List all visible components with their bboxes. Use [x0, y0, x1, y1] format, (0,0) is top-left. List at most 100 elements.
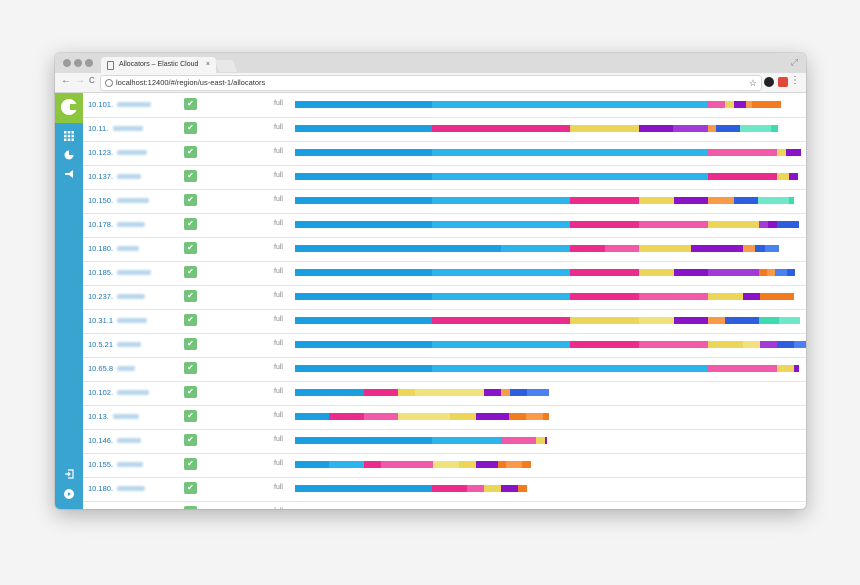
- instance-segment[interactable]: [743, 293, 760, 300]
- instance-segment[interactable]: [433, 461, 459, 468]
- elastic-cloud-logo[interactable]: [55, 93, 83, 123]
- instance-segment[interactable]: [734, 197, 758, 204]
- instance-segment[interactable]: [759, 221, 768, 228]
- capacity-bar[interactable]: [295, 101, 781, 108]
- instance-segment[interactable]: [484, 485, 501, 492]
- instance-segment[interactable]: [639, 245, 691, 252]
- instance-segment[interactable]: [527, 389, 549, 396]
- allocator-ip-link[interactable]: 10.101.: [88, 100, 113, 109]
- instance-segment[interactable]: [570, 365, 708, 372]
- megaphone-icon[interactable]: [64, 169, 74, 179]
- instance-segment[interactable]: [295, 341, 432, 348]
- instance-segment[interactable]: [639, 197, 674, 204]
- instance-segment[interactable]: [295, 437, 432, 444]
- instance-segment[interactable]: [768, 101, 776, 108]
- allocator-ip-link[interactable]: 10.150.: [88, 196, 113, 205]
- instance-segment[interactable]: [295, 221, 432, 228]
- allocator-ip-link[interactable]: 10.5.21: [88, 340, 113, 349]
- capacity-bar[interactable]: [295, 269, 795, 276]
- instance-segment[interactable]: [796, 149, 801, 156]
- minimize-window-light[interactable]: [74, 59, 82, 67]
- capacity-bar[interactable]: [295, 341, 806, 348]
- instance-segment[interactable]: [755, 245, 765, 252]
- instance-segment[interactable]: [295, 197, 432, 204]
- instance-segment[interactable]: [364, 461, 381, 468]
- allocator-ip-link[interactable]: 10.180.: [88, 244, 113, 253]
- restore-icon[interactable]: ⤢: [791, 57, 798, 68]
- browser-menu-icon[interactable]: ⋮: [790, 75, 800, 86]
- instance-segment[interactable]: [295, 365, 432, 372]
- instance-segment[interactable]: [522, 461, 531, 468]
- instance-segment[interactable]: [295, 485, 432, 492]
- instance-segment[interactable]: [708, 317, 725, 324]
- extension-red-icon[interactable]: [778, 77, 788, 87]
- capacity-bar[interactable]: [295, 149, 801, 156]
- instance-segment[interactable]: [794, 341, 806, 348]
- instance-segment[interactable]: [708, 293, 743, 300]
- instance-segment[interactable]: [295, 389, 364, 396]
- instance-segment[interactable]: [432, 173, 570, 180]
- instance-segment[interactable]: [570, 221, 639, 228]
- allocator-ip-link[interactable]: 10.11.: [88, 124, 108, 133]
- instance-segment[interactable]: [329, 413, 364, 420]
- instance-segment[interactable]: [509, 413, 526, 420]
- instance-segment[interactable]: [789, 173, 798, 180]
- instance-segment[interactable]: [501, 485, 518, 492]
- instance-segment[interactable]: [295, 149, 432, 156]
- instance-segment[interactable]: [432, 293, 570, 300]
- allocator-ip-link[interactable]: 10.102.: [88, 388, 113, 397]
- instance-segment[interactable]: [476, 413, 509, 420]
- instance-segment[interactable]: [786, 149, 796, 156]
- instance-segment[interactable]: [570, 317, 639, 324]
- instance-segment[interactable]: [758, 197, 789, 204]
- instance-segment[interactable]: [639, 317, 674, 324]
- capacity-bar[interactable]: [295, 221, 799, 228]
- instance-segment[interactable]: [725, 317, 759, 324]
- capacity-bar[interactable]: [295, 485, 527, 492]
- instance-segment[interactable]: [760, 341, 777, 348]
- instance-segment[interactable]: [432, 341, 570, 348]
- allocator-ip-link[interactable]: 10.237.: [88, 292, 113, 301]
- allocator-ip-link[interactable]: 10.13.: [88, 412, 109, 421]
- instance-segment[interactable]: [506, 461, 522, 468]
- instance-segment[interactable]: [295, 269, 432, 276]
- allocator-ip-link[interactable]: 10.185.: [88, 268, 113, 277]
- capacity-bar[interactable]: [295, 413, 549, 420]
- instance-segment[interactable]: [674, 317, 708, 324]
- instance-segment[interactable]: [467, 485, 484, 492]
- instance-segment[interactable]: [501, 389, 510, 396]
- instance-segment[interactable]: [760, 101, 768, 108]
- instance-segment[interactable]: [639, 341, 708, 348]
- instance-segment[interactable]: [759, 317, 779, 324]
- instance-segment[interactable]: [364, 389, 398, 396]
- instance-segment[interactable]: [708, 173, 777, 180]
- instance-segment[interactable]: [295, 125, 432, 132]
- instance-segment[interactable]: [639, 125, 673, 132]
- instance-segment[interactable]: [476, 461, 498, 468]
- instance-segment[interactable]: [674, 269, 708, 276]
- forward-button[interactable]: →: [75, 75, 85, 86]
- instance-segment[interactable]: [639, 269, 674, 276]
- instance-segment[interactable]: [777, 221, 799, 228]
- instance-segment[interactable]: [743, 245, 755, 252]
- instance-segment[interactable]: [708, 341, 743, 348]
- capacity-bar[interactable]: [295, 437, 547, 444]
- instance-segment[interactable]: [518, 485, 527, 492]
- instance-segment[interactable]: [432, 221, 570, 228]
- instance-segment[interactable]: [767, 269, 775, 276]
- capacity-bar[interactable]: [295, 461, 531, 468]
- capacity-bar[interactable]: [295, 125, 778, 132]
- close-window-light[interactable]: [63, 59, 71, 67]
- capacity-bar[interactable]: [295, 365, 799, 372]
- instance-segment[interactable]: [295, 413, 329, 420]
- instance-segment[interactable]: [526, 413, 543, 420]
- instance-segment[interactable]: [775, 269, 787, 276]
- instance-segment[interactable]: [543, 413, 549, 420]
- capacity-bar[interactable]: [295, 173, 798, 180]
- back-button[interactable]: ←: [61, 75, 71, 86]
- instance-segment[interactable]: [708, 101, 725, 108]
- instance-segment[interactable]: [787, 269, 795, 276]
- instance-segment[interactable]: [501, 437, 536, 444]
- play-icon[interactable]: [64, 489, 74, 499]
- instance-segment[interactable]: [570, 341, 639, 348]
